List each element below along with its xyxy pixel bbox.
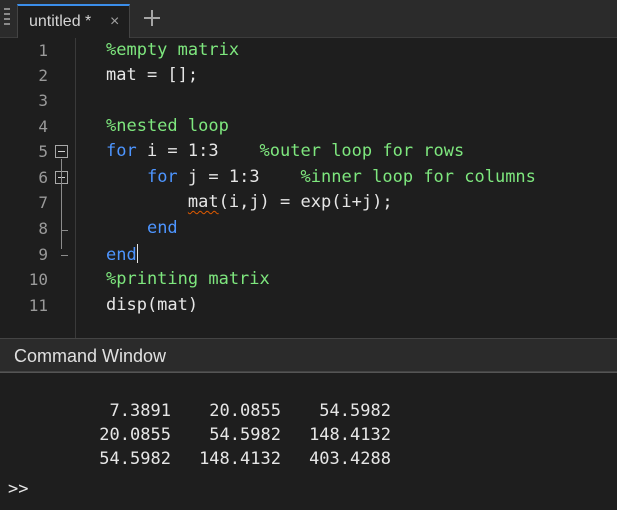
line-number: 6: [38, 168, 48, 187]
plus-icon[interactable]: [143, 6, 161, 28]
code-line: 10 %printing matrix: [0, 267, 617, 293]
output-value: 148.4132: [199, 449, 281, 469]
line-number: 2: [38, 66, 48, 85]
code-statement: disp(mat): [106, 295, 199, 315]
line-number: 11: [28, 296, 48, 315]
output-value: 54.5982: [99, 449, 171, 469]
code-text: disp(mat): [106, 295, 198, 315]
code-line: 9 end: [0, 242, 617, 268]
line-number: 3: [38, 91, 48, 110]
code-keyword: end: [106, 245, 137, 265]
code-text: for i = 1:3 %outer loop for rows: [106, 141, 464, 161]
code-line: 7 mat(i,j) = exp(i+j);: [0, 190, 617, 216]
code-line: 8 end: [0, 216, 617, 242]
code-keyword: for: [146, 167, 178, 187]
code-line: 3: [0, 88, 617, 114]
command-window[interactable]: 7.3891 20.0855 54.5982 20.0855 54.5982 148.4…: [0, 372, 617, 510]
code-text: end: [106, 218, 178, 238]
code-text: end: [106, 244, 138, 265]
code-comment: %empty matrix: [106, 40, 240, 60]
code-statement: i = 1:3: [136, 141, 260, 161]
code-editor[interactable]: 1 %empty matrix 2 mat = []; 3 4 %nested …: [0, 38, 617, 338]
code-text: mat = [];: [106, 65, 198, 85]
code-keyword: end: [146, 218, 178, 238]
code-text: %printing matrix: [106, 269, 270, 289]
code-comment: %nested loop: [106, 116, 229, 136]
line-number: 5: [38, 142, 48, 161]
fold-guide-end: [61, 230, 68, 231]
text-cursor: [136, 244, 138, 263]
fold-guide-end: [61, 255, 68, 256]
code-line: 4 %nested loop: [0, 114, 617, 140]
code-line: 6 for j = 1:3 %inner loop for columns: [0, 165, 617, 191]
output-value: 403.4288: [309, 449, 391, 469]
code-line: 11 disp(mat): [0, 293, 617, 319]
line-number: 7: [38, 193, 48, 212]
code-comment: %inner loop for columns: [300, 167, 536, 187]
code-text: %nested loop: [106, 116, 229, 136]
code-text: for j = 1:3 %inner loop for columns: [106, 167, 536, 187]
editor-tab-bar: untitled * ×: [0, 0, 617, 38]
line-number: 9: [38, 245, 48, 264]
line-number: 10: [28, 270, 48, 289]
code-text: %empty matrix: [106, 40, 239, 60]
tab-title: untitled *: [29, 13, 92, 30]
code-line: 1 %empty matrix: [0, 38, 617, 64]
line-number: 1: [38, 41, 48, 60]
code-keyword: for: [106, 141, 137, 161]
code-text: mat(i,j) = exp(i+j);: [106, 192, 393, 212]
code-statement: mat = [];: [106, 65, 199, 85]
output-row: 54.5982 148.4132 403.4288: [20, 429, 391, 489]
code-line: 5 for i = 1:3 %outer loop for rows: [0, 139, 617, 165]
fold-collapse-icon[interactable]: [55, 145, 68, 158]
drag-grip-icon[interactable]: [4, 8, 10, 30]
command-prompt[interactable]: >>: [8, 479, 28, 499]
tab-untitled[interactable]: untitled * ×: [17, 4, 130, 38]
code-comment: %outer loop for rows: [259, 141, 465, 161]
line-number: 8: [38, 219, 48, 238]
code-statement: j = 1:3: [177, 167, 301, 187]
code-line: 2 mat = [];: [0, 63, 617, 89]
close-icon[interactable]: ×: [110, 13, 119, 31]
code-statement: (i,j) = exp(i+j);: [218, 192, 393, 212]
fold-guide-line: [61, 159, 62, 249]
command-window-header: Command Window: [0, 338, 617, 372]
panel-title: Command Window: [14, 346, 167, 366]
warning-underline-identifier[interactable]: mat: [188, 192, 219, 212]
code-comment: %printing matrix: [106, 269, 270, 289]
line-number: 4: [38, 117, 48, 136]
